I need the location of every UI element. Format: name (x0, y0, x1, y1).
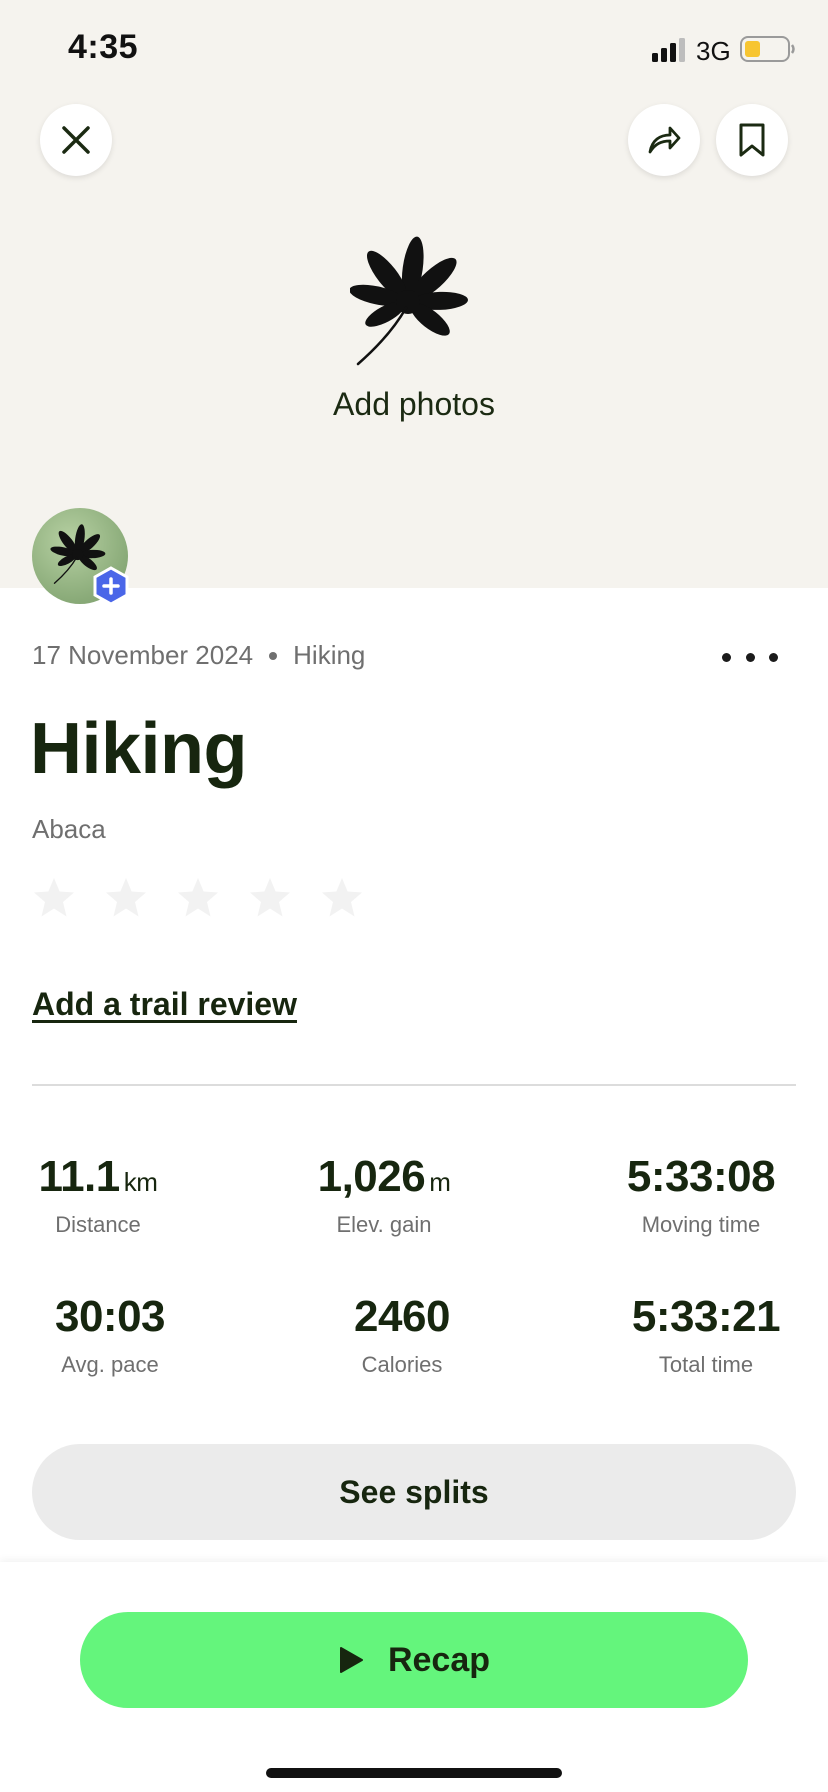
status-time: 4:35 (68, 28, 139, 66)
star-icon[interactable] (176, 876, 220, 920)
stat-elevation-gain: 1,026 m Elev. gain (306, 1152, 462, 1238)
stat-number: 5:33:21 (631, 1292, 781, 1341)
stat-number: 11.1 (38, 1152, 121, 1201)
activity-detail-screen: 4:35 3G Add photos 17 November 2024 Hiki… (0, 0, 828, 1792)
home-indicator (266, 1768, 562, 1778)
avatar (32, 508, 129, 606)
add-photos-button[interactable]: Add photos (0, 386, 828, 423)
stat-calories: 2460 Calories (326, 1292, 478, 1378)
stat-label: Distance (55, 1212, 141, 1237)
stat-unit: m (429, 1167, 451, 1197)
activity-meta: 17 November 2024 Hiking (32, 640, 365, 671)
bottom-action-bar: Recap (0, 1562, 828, 1792)
more-dot (769, 652, 778, 662)
close-icon (62, 126, 90, 154)
stat-value: 5:33:21 (624, 1292, 788, 1342)
more-dot (722, 652, 731, 662)
separator-dot (269, 651, 278, 660)
stat-total-time: 5:33:21 Total time (624, 1292, 788, 1378)
stat-label: Elev. gain (336, 1212, 432, 1237)
recap-button[interactable]: Recap (80, 1612, 748, 1708)
stat-label: Total time (658, 1352, 754, 1377)
bookmark-button[interactable] (716, 104, 788, 176)
share-icon (648, 126, 681, 154)
plus-badge-icon (93, 566, 129, 606)
activity-date: 17 November 2024 (32, 640, 254, 670)
share-button[interactable] (628, 104, 700, 176)
star-icon[interactable] (320, 876, 364, 920)
network-label: 3G (696, 36, 731, 66)
stat-value: 5:33:08 (614, 1152, 788, 1202)
stat-number: 1,026 (317, 1152, 426, 1201)
stat-value: 11.1 km (30, 1152, 166, 1202)
close-button[interactable] (40, 104, 112, 176)
bookmark-icon (739, 123, 765, 157)
stat-label: Moving time (641, 1212, 761, 1237)
stat-value: 30:03 (30, 1292, 190, 1342)
more-options-icon[interactable] (722, 640, 778, 674)
stat-value: 2460 (326, 1292, 478, 1342)
stat-label: Calories (361, 1352, 443, 1377)
see-splits-button[interactable]: See splits (32, 1444, 796, 1540)
play-icon (339, 1647, 363, 1673)
signal-icon (652, 38, 685, 62)
activity-type: Hiking (293, 640, 366, 670)
divider (32, 1084, 796, 1086)
more-dot (745, 652, 755, 662)
stat-unit: km (123, 1167, 158, 1197)
stat-moving-time: 5:33:08 Moving time (614, 1152, 788, 1238)
stat-label: Avg. pace (61, 1352, 159, 1377)
activity-location: Abaca (32, 814, 106, 844)
stat-avg-pace: 30:03 Avg. pace (30, 1292, 190, 1378)
stat-value: 1,026 m (306, 1152, 462, 1202)
star-icon[interactable] (32, 876, 76, 920)
stat-number: 30:03 (54, 1292, 166, 1341)
star-icon[interactable] (248, 876, 292, 920)
activity-title: Hiking (30, 709, 248, 789)
stat-distance: 11.1 km Distance (30, 1152, 166, 1238)
leaf-icon (350, 236, 468, 366)
star-rating[interactable] (32, 876, 364, 920)
recap-label: Recap (387, 1640, 491, 1679)
stat-number: 5:33:08 (626, 1152, 776, 1201)
star-icon[interactable] (104, 876, 148, 920)
stat-number: 2460 (354, 1292, 450, 1341)
add-trail-review-link[interactable]: Add a trail review (32, 986, 297, 1023)
battery-icon (740, 36, 795, 62)
status-bar: 4:35 3G (0, 0, 828, 100)
photo-header: 4:35 3G Add photos (0, 0, 828, 588)
